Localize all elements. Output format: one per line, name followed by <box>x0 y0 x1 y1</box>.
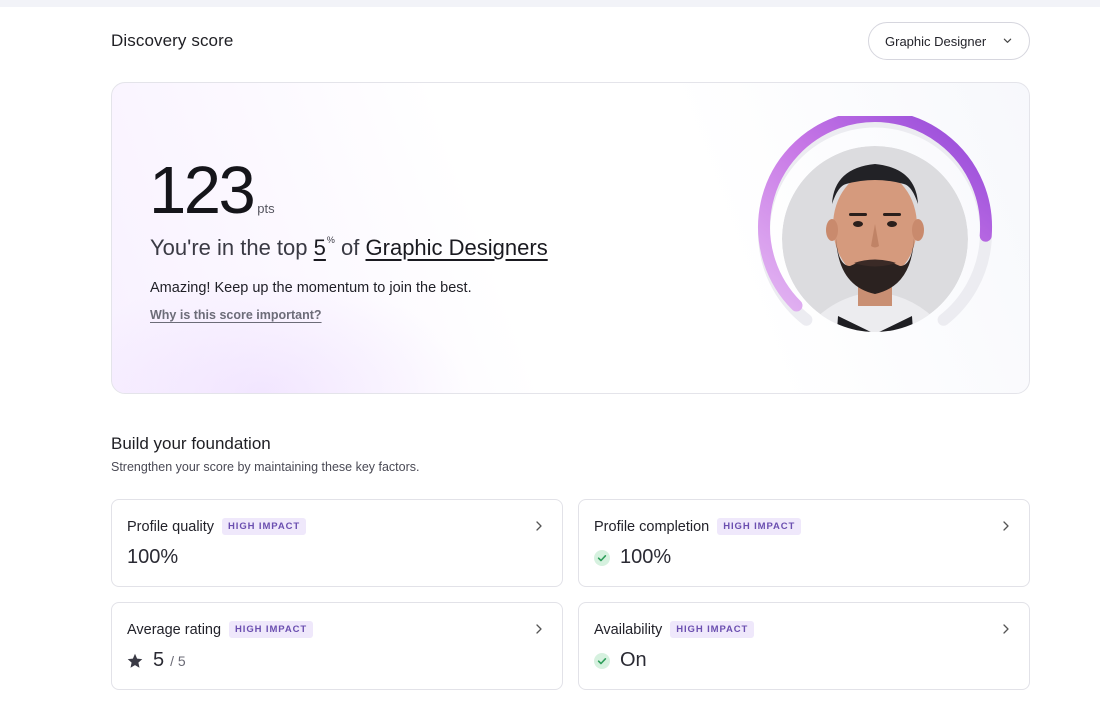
factor-value: 5 <box>153 649 165 671</box>
foundation-subtitle: Strengthen your score by maintaining the… <box>111 460 420 474</box>
rank-line: You're in the top 5% of Graphic Designer… <box>150 234 548 260</box>
encouragement-message: Amazing! Keep up the momentum to join th… <box>150 280 472 296</box>
high-impact-badge: HIGH IMPACT <box>717 518 802 535</box>
foundation-title: Build your foundation <box>111 434 271 453</box>
rating-max: / 5 <box>170 653 186 669</box>
rank-group-link[interactable]: Graphic Designers <box>366 235 548 260</box>
high-impact-badge: HIGH IMPACT <box>229 621 314 638</box>
factor-card-profile-quality[interactable]: Profile quality HIGH IMPACT 100% <box>111 499 563 587</box>
top-strip <box>0 0 1100 7</box>
factor-value: 100% <box>620 546 672 568</box>
chevron-right-icon <box>1003 624 1009 634</box>
role-dropdown[interactable]: Graphic Designer <box>868 22 1030 60</box>
chevron-right-icon <box>536 624 542 634</box>
score-value: 123 <box>149 153 256 228</box>
star-icon <box>127 653 143 668</box>
page-title: Discovery score <box>111 31 234 50</box>
chevron-down-icon <box>1003 38 1012 43</box>
factor-name: Profile completion <box>594 519 710 535</box>
high-impact-badge: HIGH IMPACT <box>670 621 755 638</box>
factor-card-profile-completion[interactable]: Profile completion HIGH IMPACT 100% <box>578 499 1030 587</box>
check-circle-icon <box>594 549 610 566</box>
avatar-progress-ring <box>758 116 993 332</box>
avatar <box>782 146 968 332</box>
rank-percent: 5 <box>313 235 326 260</box>
role-dropdown-value: Graphic Designer <box>885 33 987 49</box>
chevron-right-icon <box>1003 521 1009 531</box>
high-impact-badge: HIGH IMPACT <box>222 518 307 535</box>
factor-card-availability[interactable]: Availability HIGH IMPACT On <box>578 602 1030 690</box>
factor-name: Profile quality <box>127 519 215 535</box>
factor-value: On <box>620 649 647 671</box>
score-unit: pts <box>257 201 275 216</box>
score-points: 123 pts <box>149 157 275 224</box>
factor-card-average-rating[interactable]: Average rating HIGH IMPACT 5 / 5 <box>111 602 563 690</box>
chevron-right-icon <box>536 521 542 531</box>
factor-value: 100% <box>127 546 179 568</box>
factor-name: Average rating <box>127 622 222 638</box>
check-circle-icon <box>594 652 610 669</box>
score-card: 123 pts You're in the top 5% of Graphic … <box>111 82 1030 394</box>
why-score-link[interactable]: Why is this score important? <box>150 308 322 322</box>
factor-name: Availability <box>594 622 663 638</box>
